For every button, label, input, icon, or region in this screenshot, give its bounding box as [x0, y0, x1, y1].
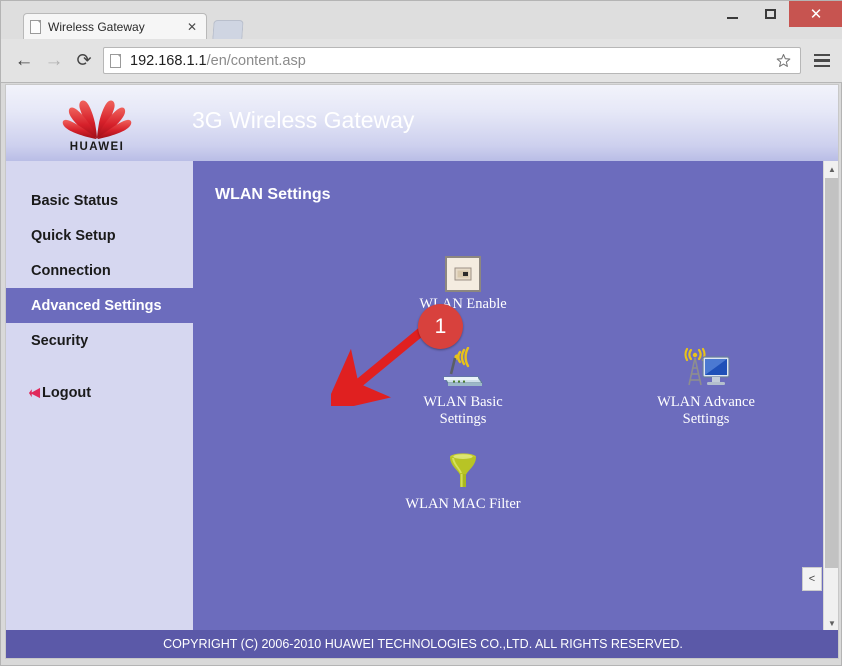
- sidebar-item-security[interactable]: Security: [6, 323, 193, 358]
- reload-icon[interactable]: ⟳: [69, 46, 99, 76]
- url-host: 192.168.1.1: [130, 52, 207, 69]
- url-path: /en/content.asp: [206, 52, 306, 69]
- scroll-up-icon[interactable]: ▲: [824, 161, 838, 177]
- tab-title: Wireless Gateway: [48, 19, 145, 34]
- new-tab-button[interactable]: [212, 20, 244, 39]
- sidebar-item-connection[interactable]: Connection: [6, 253, 193, 288]
- logout-label: Logout: [42, 385, 92, 401]
- sidebar-item-logout[interactable]: Logout: [6, 381, 193, 405]
- router-header-title: 3G Wireless Gateway: [192, 107, 415, 133]
- tile-label-wlan-basic-settings: WLAN Basic Settings: [388, 394, 538, 428]
- huawei-wordmark: HUAWEI: [69, 141, 125, 153]
- router-header-banner: HUAWEI 3G Wireless Gateway: [6, 85, 838, 161]
- sidebar-item-quick-setup[interactable]: Quick Setup: [6, 218, 193, 253]
- bookmark-star-icon[interactable]: [772, 50, 794, 72]
- router-body: Basic Status Quick Setup Connection Adva…: [6, 161, 838, 631]
- huawei-flower-icon: [62, 100, 132, 139]
- copyright-text: COPYRIGHT (C) 2006-2010 HUAWEI TECHNOLOG…: [163, 637, 683, 651]
- vertical-scroll-thumb[interactable]: [825, 178, 838, 568]
- tile-label-line2: Settings: [439, 411, 487, 427]
- browser-title-bar: Wireless Gateway ✕ ✕: [1, 1, 842, 39]
- wireless-router-icon: [388, 347, 538, 391]
- close-button[interactable]: ✕: [789, 1, 842, 27]
- tile-wlan-basic-settings[interactable]: WLAN Basic Settings: [388, 347, 538, 428]
- annotation-step-badge: 1: [418, 304, 463, 349]
- page-info-icon: [110, 53, 121, 68]
- tile-label-line2: Settings: [682, 411, 730, 427]
- browser-window: Wireless Gateway ✕ ✕ ← → ⟳ 192.168.1.1/e…: [0, 0, 842, 666]
- browser-tab[interactable]: Wireless Gateway ✕: [23, 13, 207, 39]
- sidebar-item-basic-status[interactable]: Basic Status: [6, 183, 193, 218]
- back-icon[interactable]: ←: [9, 46, 39, 76]
- tab-close-icon[interactable]: ✕: [184, 21, 200, 33]
- forward-icon[interactable]: →: [39, 46, 69, 76]
- tab-favicon-page-icon: [30, 19, 41, 34]
- address-bar[interactable]: 192.168.1.1/en/content.asp: [103, 47, 801, 74]
- content-vertical-scrollbar[interactable]: ▲ ▼: [823, 161, 838, 631]
- sidebar-item-advanced-settings[interactable]: Advanced Settings: [6, 288, 193, 323]
- wall-switch-icon: [388, 249, 538, 293]
- tile-label-wlan-advance-settings: WLAN Advance Settings: [631, 394, 781, 428]
- browser-toolbar: ← → ⟳ 192.168.1.1/en/content.asp: [1, 39, 842, 83]
- huawei-logo: HUAWEI: [58, 95, 136, 153]
- tile-wlan-mac-filter[interactable]: WLAN MAC Filter: [388, 449, 538, 513]
- antenna-computer-icon: [631, 347, 781, 391]
- router-content-pane: WLAN Settings WLAN Enable WLAN Basic Set…: [193, 161, 838, 631]
- tile-label-line1: WLAN Advance: [657, 394, 755, 410]
- router-footer: COPYRIGHT (C) 2006-2010 HUAWEI TECHNOLOG…: [6, 630, 838, 658]
- page-viewport: HUAWEI 3G Wireless Gateway Basic Status …: [5, 84, 839, 659]
- window-controls: ✕: [713, 1, 842, 27]
- content-corner-tab[interactable]: <: [802, 567, 822, 591]
- minimize-button[interactable]: [713, 1, 751, 27]
- tile-label-line1: WLAN Basic: [423, 394, 503, 410]
- scroll-down-icon[interactable]: ▼: [824, 615, 838, 631]
- funnel-icon: [388, 449, 538, 493]
- router-sidebar: Basic Status Quick Setup Connection Adva…: [6, 161, 193, 631]
- maximize-button[interactable]: [751, 1, 789, 27]
- tile-wlan-advance-settings[interactable]: WLAN Advance Settings: [631, 347, 781, 428]
- logout-arrow-icon: [28, 387, 41, 399]
- tile-label-wlan-enable: WLAN Enable: [419, 296, 507, 312]
- tile-wlan-enable[interactable]: WLAN Enable: [388, 249, 538, 313]
- url-text: 192.168.1.1/en/content.asp: [130, 53, 772, 69]
- tile-label-wlan-mac-filter: WLAN MAC Filter: [405, 496, 521, 512]
- content-page-title: WLAN Settings: [215, 186, 331, 203]
- browser-menu-icon[interactable]: [807, 46, 837, 76]
